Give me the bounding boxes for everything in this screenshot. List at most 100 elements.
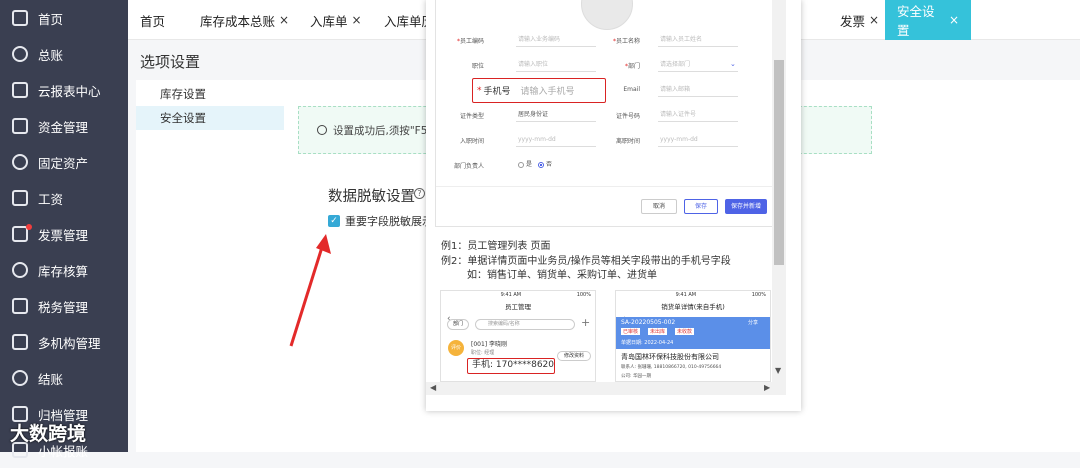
- close-icon[interactable]: ×: [949, 13, 959, 27]
- share-button: 分享: [748, 320, 759, 326]
- dept-head-radio-group[interactable]: 是否: [512, 159, 552, 168]
- asset-icon: [12, 154, 28, 170]
- save-button[interactable]: 保存: [684, 199, 718, 214]
- sidebar-item-label: 首页: [38, 11, 64, 27]
- sidebar-item-label: 发票管理: [38, 227, 89, 243]
- close-icon[interactable]: ×: [869, 13, 879, 27]
- menu-item-security-settings[interactable]: 安全设置: [136, 106, 284, 130]
- document-header-band: SA-20220505-002 分享 已审核 未出库 未收款 单据日期: 202…: [616, 317, 770, 349]
- horizontal-scrollbar[interactable]: ◀ ▶: [426, 382, 786, 395]
- masking-checkbox-row[interactable]: ✓ 重要字段脱敏展示: [328, 213, 433, 229]
- document-code: SA-20220505-002: [621, 319, 676, 326]
- sidebar-item[interactable]: 总账: [0, 36, 128, 72]
- page-title: 选项设置: [140, 53, 201, 71]
- id-type-select[interactable]: 居民身份证: [516, 108, 596, 122]
- tax-icon: [12, 298, 28, 314]
- sidebar-item[interactable]: 发票管理: [0, 216, 128, 252]
- id-number-input[interactable]: 请输入证件号: [658, 108, 738, 122]
- sidebar-item-label: 结账: [38, 371, 64, 387]
- save-and-new-button[interactable]: 保存并新增: [725, 199, 767, 214]
- phone-label: 手机号: [483, 87, 511, 97]
- email-input[interactable]: 请输入邮箱: [658, 83, 738, 97]
- watermark: 大数跨境: [10, 423, 87, 445]
- field-label: 证件号码: [615, 113, 640, 120]
- sidebar-item-label: 工资: [38, 191, 64, 207]
- checkbox[interactable]: ✓: [328, 215, 340, 227]
- avatar: [581, 0, 633, 30]
- tab-home[interactable]: 首页: [128, 0, 177, 40]
- tab-inventory-cost-ledger[interactable]: 库存成本总账 ×: [188, 0, 301, 40]
- sidebar-item-label: 税务管理: [38, 299, 89, 315]
- field-label: 离职时间: [615, 138, 640, 145]
- employee-name-input[interactable]: 请输入员工姓名: [658, 33, 738, 47]
- options-menu: 库存设置 安全设置: [136, 80, 284, 452]
- vertical-scrollbar[interactable]: ▼: [772, 0, 786, 382]
- tab-label: 安全设置: [897, 4, 935, 38]
- notification-dot: [26, 224, 32, 230]
- tab-security-settings[interactable]: 安全设置 ×: [885, 0, 971, 40]
- phone-placeholder: 请输入手机号: [520, 87, 575, 97]
- money-icon: [12, 118, 28, 134]
- tab-label: 首页: [140, 13, 166, 29]
- tab-invoice[interactable]: 发票 ×: [828, 0, 891, 40]
- company-name: 青岛国林环保科技股份有限公司: [621, 353, 719, 361]
- status-badge: 未出库: [648, 328, 668, 335]
- sidebar-item[interactable]: 多机构管理: [0, 324, 128, 360]
- cancel-button[interactable]: 取消: [641, 199, 677, 214]
- sidebar-item[interactable]: 云报表中心: [0, 72, 128, 108]
- scrollbar-thumb[interactable]: [774, 60, 784, 265]
- field-label: 证件类型: [459, 113, 484, 120]
- lightbulb-icon: [317, 125, 327, 135]
- edit-button: 修改资料: [557, 351, 591, 361]
- scroll-left-icon[interactable]: ◀: [430, 383, 436, 392]
- field-label: *员工编码: [456, 38, 484, 45]
- sidebar-item[interactable]: 首页: [0, 0, 128, 36]
- phone-title: 销货单详情(来自手机): [661, 303, 725, 311]
- department-select[interactable]: 请选择部门: [658, 58, 738, 72]
- phone-title: 员工管理: [505, 303, 531, 311]
- search-box: 搜索编码/名称: [475, 319, 575, 330]
- sidebar-item-label: 资金管理: [38, 119, 89, 135]
- leave-date-input[interactable]: yyyy-mm-dd: [658, 133, 738, 147]
- add-icon: +: [581, 316, 591, 329]
- chart-icon: [12, 82, 28, 98]
- checkbox-label: 重要字段脱敏展示: [345, 215, 433, 228]
- radio-no[interactable]: [538, 161, 545, 168]
- sidebar-item[interactable]: 资金管理: [0, 108, 128, 144]
- org-icon: [12, 334, 28, 350]
- example-text: 例1：员工管理列表 页面: [441, 241, 551, 252]
- close-icon[interactable]: ×: [352, 13, 362, 27]
- home-icon: [12, 10, 28, 26]
- close-icon[interactable]: ×: [279, 13, 289, 27]
- example-text: 例2：单据详情页面中业务员/操作员等相关字段带出的手机号字段: [441, 256, 731, 267]
- ledger-icon: [12, 46, 28, 62]
- position-input[interactable]: 请输入职位: [516, 58, 596, 72]
- status-badge: 未收款: [675, 328, 695, 335]
- tab-stock-in[interactable]: 入库单 ×: [298, 0, 374, 40]
- department-filter: 部门: [447, 319, 469, 330]
- radio-yes[interactable]: [518, 161, 524, 168]
- menu-item-inventory-settings[interactable]: 库存设置: [136, 82, 284, 106]
- red-arrow-annotation: [289, 234, 331, 347]
- scroll-down-icon[interactable]: ▼: [775, 366, 781, 375]
- sidebar: 首页 总账 云报表中心 资金管理 固定资产 工资 发票管理 库存核算 税务管理 多机构管理 结账 归档…: [0, 0, 128, 459]
- tab-label: 库存成本总账: [200, 13, 276, 29]
- hire-date-input[interactable]: yyyy-mm-dd: [516, 133, 596, 147]
- sidebar-item[interactable]: 固定资产: [0, 144, 128, 180]
- sidebar-item[interactable]: 库存核算: [0, 252, 128, 288]
- sidebar-item-label: 库存核算: [38, 263, 89, 279]
- field-label: *部门: [624, 63, 640, 70]
- help-icon[interactable]: ?: [414, 188, 425, 199]
- employee-code-input[interactable]: 请输入业务编码: [516, 33, 596, 47]
- warehouse-icon: [12, 262, 28, 278]
- scroll-right-icon[interactable]: ▶: [764, 383, 770, 392]
- sidebar-item[interactable]: 税务管理: [0, 288, 128, 324]
- phone-screenshot-sales: 9:41 AM100% 销货单详情(来自手机) ‹ SA-20220505-00…: [615, 290, 771, 382]
- sidebar-item[interactable]: 结账: [0, 360, 128, 396]
- employee-name: [001] 李晓刚: [471, 341, 508, 348]
- address-line: 公司: 华园一期: [621, 374, 651, 379]
- employee-form-screenshot: *员工编码 请输入业务编码 *员工名称 请输入员工姓名 职位 请输入职位 *部门…: [435, 0, 776, 227]
- phone-field-highlight[interactable]: * 手机号 请输入手机号: [472, 78, 606, 103]
- salary-icon: [12, 190, 28, 206]
- sidebar-item[interactable]: 工资: [0, 180, 128, 216]
